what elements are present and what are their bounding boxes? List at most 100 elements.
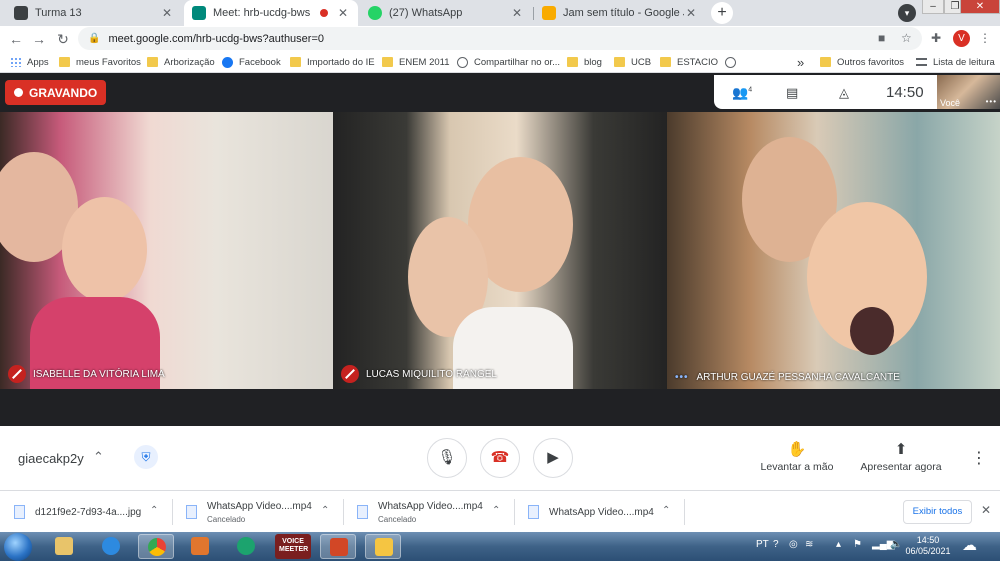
internet-explorer-icon: [102, 537, 120, 555]
participant-tile[interactable]: LUCAS MIQUILITO RANGEL: [333, 112, 667, 389]
taskbar-security[interactable]: [365, 534, 401, 559]
close-downloads-icon[interactable]: ✕: [981, 503, 991, 517]
tray-arrow-icon[interactable]: ▴: [836, 539, 841, 550]
tab-jamboard[interactable]: Jam sem título - Google Jamboard ✕: [534, 0, 706, 26]
taskbar-explorer[interactable]: [46, 534, 82, 559]
participant-tile[interactable]: ISABELLE DA VITÓRIA LIMA: [0, 112, 333, 389]
tray-volume-icon[interactable]: 🔈: [890, 539, 902, 550]
hang-up-icon: ☎: [490, 449, 510, 466]
download-menu[interactable]: ⌃: [321, 496, 335, 528]
leave-call-button[interactable]: ☎: [480, 438, 520, 478]
forward-icon[interactable]: →: [29, 29, 49, 49]
bookmark-apps[interactable]: Apps: [10, 54, 49, 70]
bookmark-enem[interactable]: ENEM 2011: [382, 54, 450, 70]
chevron-up-icon[interactable]: ⌃: [93, 449, 104, 465]
close-tab-icon[interactable]: ✕: [510, 6, 524, 20]
extensions-icon[interactable]: ✚: [931, 31, 941, 45]
toolbar: ← → ↻ 🔒 meet.google.com/hrb-ucdg-bws?aut…: [0, 26, 1000, 51]
participant-name: ARTHUR GUAZÉ PESSANHA CAVALCANTE: [696, 372, 900, 383]
download-item[interactable]: d121f9e2-7d93-4a....jpg: [14, 496, 141, 528]
raise-hand-button[interactable]: ✋ Levantar a mão: [755, 440, 839, 473]
bookmark-estacio[interactable]: ESTACIO: [660, 54, 718, 70]
taskbar-powerpoint[interactable]: [320, 534, 356, 559]
bookmark-arborizacao[interactable]: Arborização: [147, 54, 215, 70]
bookmark-facebook[interactable]: Facebook: [222, 54, 281, 70]
bookmarks-overflow-button[interactable]: »: [797, 54, 804, 70]
host-controls-icon[interactable]: ⛨: [134, 445, 158, 469]
participant-tile[interactable]: ••• ARTHUR GUAZÉ PESSANHA CAVALCANTE: [667, 112, 1000, 389]
close-tab-icon[interactable]: ✕: [684, 6, 698, 20]
close-tab-icon[interactable]: ✕: [336, 6, 350, 20]
weather-icon[interactable]: ☁: [962, 536, 977, 554]
taskbar-chrome[interactable]: [138, 534, 174, 559]
self-view-tile[interactable]: Você •••: [937, 75, 1000, 109]
participant-name-tag: ••• ARTHUR GUAZÉ PESSANHA CAVALCANTE: [675, 372, 900, 383]
download-item[interactable]: WhatsApp Video....mp4 Cancelado: [357, 496, 483, 528]
download-item[interactable]: WhatsApp Video....mp4 Cancelado: [186, 496, 312, 528]
people-icon[interactable]: 👥4: [732, 85, 752, 101]
meet-top-bar: 👥4 ▤ ◬ 14:50: [714, 75, 937, 109]
download-item[interactable]: WhatsApp Video....mp4: [528, 496, 654, 528]
taskbar-clock[interactable]: 14:50 06/05/2021: [905, 535, 951, 557]
present-now-button[interactable]: ⬆ Apresentar agora: [857, 440, 945, 473]
profile-avatar[interactable]: V: [953, 30, 970, 47]
divider: [684, 499, 685, 525]
tab-whatsapp[interactable]: (27) WhatsApp ✕: [360, 0, 532, 26]
taskbar-media[interactable]: [182, 534, 218, 559]
bookmark-label: Arborização: [164, 56, 215, 68]
bookmark-label: Outros favoritos: [837, 56, 905, 68]
back-icon[interactable]: ←: [6, 29, 26, 49]
bookmark-meus-favoritos[interactable]: meus Favoritos: [59, 54, 141, 70]
close-window-button[interactable]: ✕: [960, 0, 1000, 14]
tray-wifi-icon[interactable]: ≋: [805, 539, 813, 550]
bookmark-label: meus Favoritos: [76, 56, 141, 68]
show-all-downloads-button[interactable]: Exibir todos: [903, 500, 972, 524]
activities-icon[interactable]: ◬: [839, 85, 849, 101]
start-button[interactable]: [4, 533, 32, 561]
download-menu[interactable]: ⌃: [662, 496, 676, 528]
tab-meet[interactable]: Meet: hrb-ucdg-bws ✕: [184, 0, 358, 26]
more-dots-icon[interactable]: •••: [986, 97, 997, 106]
tray-flag-icon[interactable]: ⚑: [853, 539, 862, 550]
download-menu[interactable]: ⌃: [492, 496, 506, 528]
bookmark-outros-favoritos[interactable]: Outros favoritos: [820, 54, 904, 70]
menu-icon[interactable]: ⋮: [979, 31, 991, 45]
taskbar-ie[interactable]: [93, 534, 129, 559]
participant-name: LUCAS MIQUILITO RANGEL: [366, 368, 497, 380]
close-tab-icon[interactable]: ✕: [160, 6, 174, 20]
meeting-code[interactable]: giaecakp2y: [18, 451, 84, 466]
tab-search-icon[interactable]: ▾: [898, 4, 916, 22]
bookmark-compartilhar[interactable]: Compartilhar no or...: [457, 54, 560, 70]
bookmark-blog[interactable]: blog: [567, 54, 602, 70]
chat-icon[interactable]: ▤: [786, 85, 798, 101]
more-options-icon[interactable]: ⋮: [971, 448, 987, 468]
reload-icon[interactable]: ↻: [53, 29, 73, 49]
bookmark-star-icon[interactable]: ☆: [901, 31, 912, 45]
bookmark-globe[interactable]: [725, 54, 742, 70]
language-indicator[interactable]: PT: [756, 539, 769, 550]
taskbar-edge[interactable]: [228, 534, 264, 559]
camera-button[interactable]: ▶: [533, 438, 573, 478]
download-name: WhatsApp Video....mp4: [207, 500, 312, 512]
meet-stage: GRAVANDO 👥4 ▤ ◬ 14:50 Você ••• ISABELLE …: [0, 73, 1000, 426]
download-menu[interactable]: ⌃: [150, 496, 164, 528]
reading-list-button[interactable]: Lista de leitura: [916, 54, 995, 70]
taskbar-voicemeeter[interactable]: VOICE MEETER: [275, 534, 311, 559]
lock-icon: 🔒: [88, 33, 101, 44]
globe-icon: [457, 56, 468, 68]
new-tab-button[interactable]: +: [711, 2, 733, 24]
microphone-button[interactable]: 🎙: [427, 438, 467, 478]
tray-network-icon[interactable]: ◎: [789, 539, 798, 550]
bookmark-label: ESTACIO: [677, 56, 718, 68]
address-bar[interactable]: 🔒 meet.google.com/hrb-ucdg-bws?authuser=…: [78, 27, 922, 50]
meet-controls: giaecakp2y ⌃ ⛨ 🎙 ☎ ▶ ✋ Levantar a mão ⬆ …: [0, 426, 1000, 490]
bookmark-importado[interactable]: Importado do IE: [290, 54, 375, 70]
camera-indicator-icon[interactable]: ■: [878, 31, 885, 45]
tray-help-icon[interactable]: ?: [773, 539, 779, 550]
tab-turma13[interactable]: Turma 13 ✕: [6, 0, 182, 26]
recording-dot-icon: [320, 9, 328, 17]
downloads-bar: d121f9e2-7d93-4a....jpg ⌃ WhatsApp Video…: [0, 490, 1000, 532]
minimize-button[interactable]: –: [922, 0, 944, 14]
globe-icon: [725, 56, 736, 68]
bookmark-ucb[interactable]: UCB: [614, 54, 651, 70]
